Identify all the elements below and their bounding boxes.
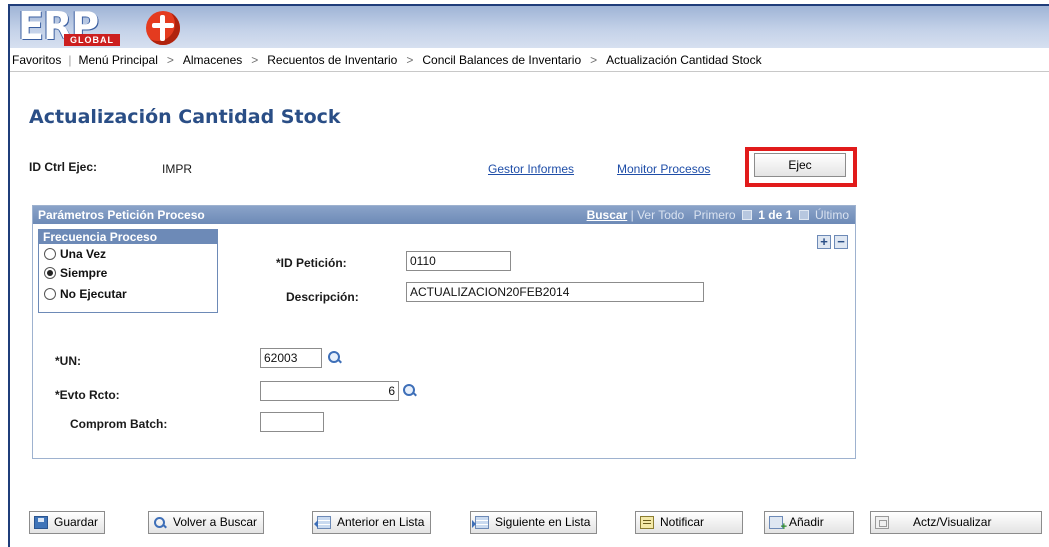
breadcrumb-item-current[interactable]: Actualización Cantidad Stock	[606, 53, 761, 67]
frequency-always-option[interactable]: Siempre	[44, 266, 107, 280]
first-link: Primero	[693, 208, 736, 222]
breadcrumb-favorites[interactable]: Favoritos	[12, 53, 61, 67]
business-unit-lookup-icon[interactable]	[327, 350, 341, 364]
notify-icon	[640, 516, 654, 529]
previous-in-list-button[interactable]: Anterior en Lista	[312, 511, 432, 534]
save-icon	[34, 516, 48, 529]
find-link[interactable]: Buscar	[587, 208, 628, 222]
erp-logo: ERP GLOBAL	[18, 6, 180, 48]
next-in-list-button[interactable]: Siguiente en Lista	[470, 511, 598, 534]
frequency-dont-run-option[interactable]: No Ejecutar	[44, 287, 127, 301]
row-count: 1 de 1	[758, 208, 793, 222]
delete-row-button[interactable]: −	[834, 235, 848, 249]
next-list-icon	[472, 516, 489, 529]
count-event-input[interactable]	[260, 381, 399, 401]
first-arrow-icon	[741, 210, 752, 220]
description-input[interactable]	[406, 282, 704, 302]
report-manager-link[interactable]: Gestor Informes	[488, 162, 574, 176]
globe-icon	[146, 11, 180, 45]
header-banner: ERP GLOBAL	[10, 6, 1049, 48]
grid-navigation: Buscar | Ver Todo Primero 1 de 1 Último	[586, 208, 849, 222]
radio-always[interactable]	[44, 267, 56, 279]
breadcrumb-separator: >	[166, 53, 174, 67]
commit-batch-input[interactable]	[260, 412, 324, 432]
last-arrow-icon	[798, 210, 809, 220]
breadcrumb-item-almacenes[interactable]: Almacenes	[183, 53, 242, 67]
add-button[interactable]: Añadir	[764, 511, 854, 534]
run-control-label: ID Ctrl Ejec:	[29, 160, 98, 174]
count-event-label: *Evto Rcto:	[55, 388, 120, 402]
add-icon	[769, 516, 787, 533]
parameters-header: Parámetros Petición Proceso Buscar | Ver…	[33, 206, 855, 224]
update-display-icon	[875, 516, 889, 529]
breadcrumb-item-main-menu[interactable]: Menú Principal	[78, 53, 157, 67]
breadcrumb-separator: >	[251, 53, 259, 67]
breadcrumb-separator: >	[590, 53, 598, 67]
request-id-label: *ID Petición:	[276, 256, 347, 270]
parameters-title: Parámetros Petición Proceso	[38, 208, 205, 222]
notify-button[interactable]: Notificar	[635, 511, 743, 534]
add-row-button[interactable]: +	[817, 235, 831, 249]
breadcrumb-separator: >	[406, 53, 414, 67]
run-button[interactable]: Ejec	[754, 153, 846, 177]
frequency-title: Frecuencia Proceso	[39, 230, 217, 244]
description-label: Descripción:	[286, 290, 359, 304]
app-frame: ERP GLOBAL Favoritos | Menú Principal > Alma…	[8, 4, 1049, 547]
breadcrumb: Favoritos | Menú Principal > Almacenes > Recue…	[10, 48, 1049, 72]
run-control-value: IMPR	[162, 162, 192, 176]
commit-batch-label: Comprom Batch:	[70, 417, 168, 431]
save-button[interactable]: Guardar	[29, 511, 106, 534]
process-request-parameters: Parámetros Petición Proceso Buscar | Ver…	[32, 205, 856, 459]
previous-list-icon	[314, 516, 331, 529]
process-monitor-link[interactable]: Monitor Procesos	[617, 162, 710, 176]
last-link: Último	[814, 208, 849, 222]
breadcrumb-item-recuentos[interactable]: Recuentos de Inventario	[267, 53, 397, 67]
breadcrumb-item-concil[interactable]: Concil Balances de Inventario	[422, 53, 581, 67]
count-event-lookup-icon[interactable]	[402, 383, 416, 397]
view-all-link: Ver Todo	[637, 208, 685, 222]
frequency-once-option[interactable]: Una Vez	[44, 247, 106, 261]
update-display-button[interactable]: Actz/Visualizar	[870, 511, 1042, 534]
page-title: Actualización Cantidad Stock	[29, 106, 341, 128]
business-unit-label: *UN:	[55, 354, 81, 368]
business-unit-input[interactable]	[260, 348, 322, 368]
logo-subtitle: GLOBAL	[64, 34, 120, 46]
return-to-search-button[interactable]: Volver a Buscar	[148, 511, 265, 534]
frequency-box: Frecuencia Proceso Una Vez Siempre No Ej…	[38, 229, 218, 313]
request-id-input[interactable]	[406, 251, 511, 271]
search-icon	[153, 516, 167, 529]
radio-once[interactable]	[44, 248, 56, 260]
radio-dont-run[interactable]	[44, 288, 56, 300]
